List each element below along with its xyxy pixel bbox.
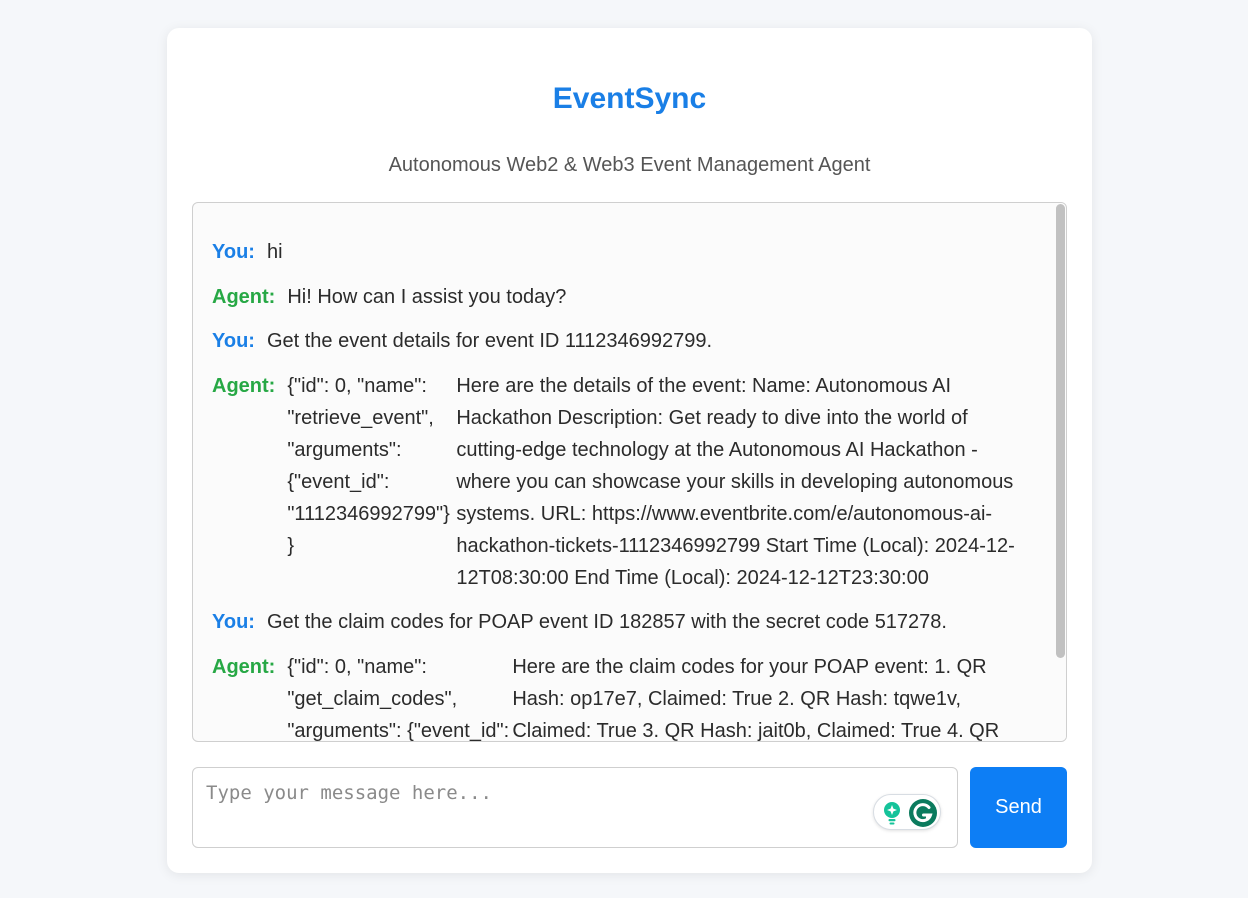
message-agent: Agent: Hi! How can I assist you today?	[212, 281, 1054, 313]
function-call-text: {"id": 0, "name": "retrieve_event", "arg…	[287, 374, 450, 557]
sender-label: You:	[212, 241, 255, 263]
message-agent: Agent: {"id": 0, "name": "retrieve_event…	[212, 370, 1054, 594]
message-user: You: Get the event details for event ID …	[212, 325, 1054, 357]
message-text: Get the claim codes for POAP event ID 18…	[266, 611, 947, 633]
sender-label: Agent:	[212, 285, 276, 308]
message-user: You: hi	[212, 236, 1054, 268]
sender-label: Agent:	[212, 655, 276, 678]
app-title: EventSync	[552, 82, 707, 115]
grammarly-widget[interactable]	[873, 794, 941, 830]
message-text: Here are the claim codes for your POAP e…	[512, 655, 1000, 742]
message-user: You: Get the claim codes for POAP event …	[212, 606, 1054, 638]
function-call-text: {"id": 0, "name": "get_claim_codes", "ar…	[287, 655, 510, 742]
chat-card: EventSync Autonomous Web2 & Web3 Event M…	[167, 28, 1092, 873]
send-button[interactable]: Send	[970, 767, 1067, 848]
message-input[interactable]	[193, 768, 957, 847]
message-text: Hi! How can I assist you today?	[287, 285, 567, 308]
sender-label: Agent:	[212, 374, 276, 397]
message-list: You: hi Agent: Hi! How can I assist you …	[193, 203, 1054, 742]
app-subtitle: Autonomous Web2 & Web3 Event Management …	[388, 154, 871, 176]
sender-label: You:	[212, 611, 255, 633]
message-input-box	[192, 767, 958, 848]
message-text: Get the event details for event ID 11123…	[266, 330, 713, 352]
chat-scrollbar[interactable]	[1055, 203, 1066, 741]
scrollbar-thumb[interactable]	[1056, 204, 1065, 658]
message-text: Here are the details of the event: Name:…	[456, 374, 1015, 589]
sender-label: You:	[212, 330, 255, 352]
chat-log[interactable]: You: hi Agent: Hi! How can I assist you …	[192, 202, 1067, 742]
message-agent: Agent: {"id": 0, "name": "get_claim_code…	[212, 651, 1054, 742]
message-text: hi	[266, 241, 283, 263]
lightbulb-icon[interactable]	[880, 800, 904, 831]
grammarly-icon[interactable]	[908, 798, 938, 833]
